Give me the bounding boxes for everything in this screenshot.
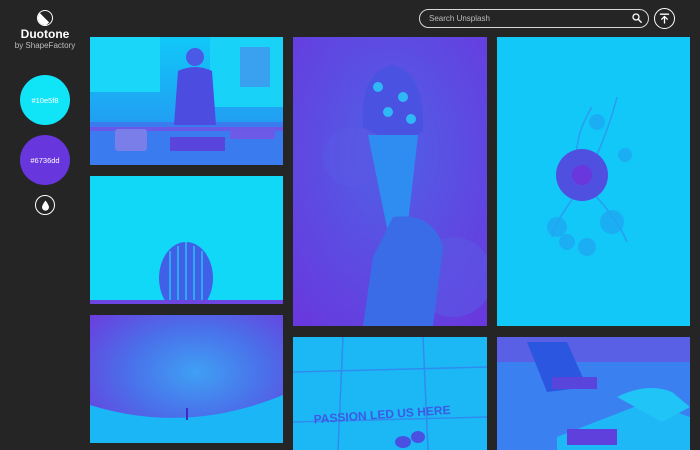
photo-passion-sign[interactable]: PASSION LED US HERE (293, 337, 487, 450)
scroll-to-top-button[interactable] (654, 8, 675, 29)
secondary-color-swatch[interactable]: #6736dd (20, 135, 70, 185)
photo-laptop[interactable] (497, 337, 690, 450)
photo-cactus[interactable] (90, 176, 283, 304)
search-icon[interactable] (632, 13, 642, 23)
photo-night-sky[interactable] (90, 315, 283, 443)
secondary-color-label: #6736dd (30, 155, 60, 165)
sidebar: Duotone by ShapeFactory #10e5f8 #6736dd (0, 0, 90, 450)
photo-man-cooking[interactable] (90, 37, 283, 165)
duotone-logo-icon (37, 10, 53, 26)
drop-button[interactable] (35, 195, 55, 215)
app-name: Duotone (20, 27, 70, 41)
scroll-to-top-icon (659, 13, 670, 24)
drop-icon (41, 200, 49, 211)
primary-color-label: #10e5f8 (31, 95, 59, 105)
search-input[interactable] (429, 11, 624, 25)
primary-color-swatch[interactable]: #10e5f8 (20, 75, 70, 125)
photo-ice-cream[interactable] (293, 37, 487, 326)
app-byline: by ShapeFactory (14, 41, 76, 50)
photo-flower[interactable] (497, 37, 690, 326)
search-bar (419, 9, 649, 28)
